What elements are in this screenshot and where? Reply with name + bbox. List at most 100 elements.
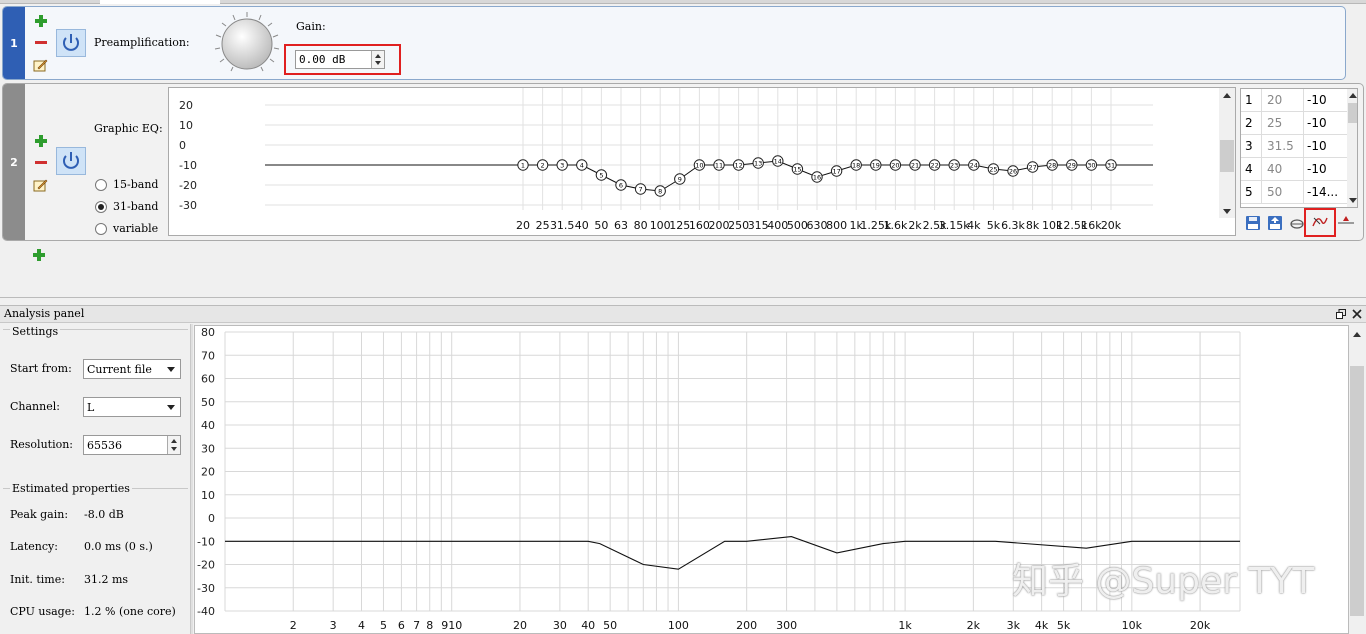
band-gain-cell[interactable]: -10 bbox=[1303, 135, 1347, 158]
add-plugin-icon[interactable] bbox=[32, 248, 46, 262]
eq-band-number: 18 bbox=[852, 162, 860, 170]
response-chart-scrollbar[interactable] bbox=[1349, 326, 1365, 633]
restore-icon[interactable] bbox=[1336, 309, 1346, 319]
x-tick-label: 7 bbox=[413, 619, 420, 632]
watermark: 知乎 @Super TYT bbox=[1012, 561, 1315, 602]
band-number-cell[interactable]: 3 bbox=[1241, 135, 1261, 158]
eq-band-number: 27 bbox=[1028, 164, 1036, 172]
eq-power-button[interactable] bbox=[56, 147, 86, 175]
eq-freq-label: 400 bbox=[767, 219, 788, 232]
estimated-title: Estimated properties bbox=[10, 482, 132, 495]
eq-band-number: 15 bbox=[793, 166, 801, 174]
eq-freq-label: 3.15k bbox=[939, 219, 970, 232]
y-tick-label: 40 bbox=[201, 419, 215, 432]
gain-knob[interactable] bbox=[211, 11, 283, 75]
splitter[interactable] bbox=[190, 324, 193, 634]
eq-freq-label: 500 bbox=[787, 219, 808, 232]
eq-y-tick-label: 20 bbox=[179, 99, 193, 112]
eq-freq-label: 16k bbox=[1081, 219, 1102, 232]
eq-band-number: 24 bbox=[970, 162, 978, 170]
flatten-icon[interactable] bbox=[1338, 214, 1354, 228]
band-freq-cell[interactable]: 20 bbox=[1261, 89, 1303, 112]
band-table-scrollbar[interactable] bbox=[1347, 89, 1357, 207]
band-number-cell[interactable]: 2 bbox=[1241, 112, 1261, 135]
top-tab-strip bbox=[0, 0, 1366, 4]
radio-variable[interactable] bbox=[95, 223, 107, 235]
radio-15-band[interactable] bbox=[95, 179, 107, 191]
band-table-row[interactable]: 3 31.5 -10 bbox=[1241, 135, 1347, 158]
add-icon[interactable] bbox=[34, 14, 48, 28]
band-table-row[interactable]: 2 25 -10 bbox=[1241, 112, 1347, 135]
x-tick-label: 300 bbox=[776, 619, 797, 632]
load-icon[interactable] bbox=[1267, 216, 1283, 230]
eq-freq-label: 2k bbox=[908, 219, 922, 232]
eq-band-number: 7 bbox=[639, 186, 643, 194]
gain-input[interactable]: 0.00 dB bbox=[295, 50, 385, 69]
band-freq-cell[interactable]: 40 bbox=[1261, 158, 1303, 181]
start-from-label: Start from: bbox=[10, 362, 72, 375]
x-tick-label: 2 bbox=[290, 619, 297, 632]
eq-freq-label: 1.6k bbox=[883, 219, 907, 232]
latency-value: 0.0 ms (0 s.) bbox=[84, 540, 153, 553]
y-tick-label: -40 bbox=[197, 605, 215, 618]
band-freq-cell[interactable]: 25 bbox=[1261, 112, 1303, 135]
band-number-cell[interactable]: 5 bbox=[1241, 181, 1261, 204]
remove-icon[interactable] bbox=[34, 156, 48, 170]
save-icon[interactable] bbox=[1245, 216, 1261, 230]
band-table-row[interactable]: 1 20 -10 bbox=[1241, 89, 1347, 112]
radio-31-band[interactable] bbox=[95, 201, 107, 213]
gain-spinner[interactable] bbox=[371, 51, 384, 68]
peak-gain-label: Peak gain: bbox=[10, 508, 69, 521]
scroll-thumb[interactable] bbox=[1220, 140, 1234, 172]
edit-icon[interactable] bbox=[33, 58, 48, 72]
eq-band-graph[interactable]: 20100-10-20-3020 25 31.5 40 50 63 80 1001251602… bbox=[169, 88, 1219, 234]
band-gain-cell[interactable]: -10 bbox=[1303, 112, 1347, 135]
x-tick-label: 50 bbox=[603, 619, 617, 632]
x-tick-label: 4 bbox=[358, 619, 365, 632]
band-freq-cell[interactable]: 50 bbox=[1261, 181, 1303, 204]
resolution-spinner[interactable] bbox=[167, 436, 180, 454]
band-table-row[interactable]: 4 40 -10 bbox=[1241, 158, 1347, 181]
x-tick-label: 40 bbox=[581, 619, 595, 632]
eq-band-number: 11 bbox=[715, 162, 723, 170]
chevron-down-icon bbox=[167, 405, 175, 410]
eq-band-number: 12 bbox=[734, 162, 742, 170]
y-tick-label: -30 bbox=[197, 582, 215, 595]
init-time-label: Init. time: bbox=[10, 573, 65, 586]
init-time-value: 31.2 ms bbox=[84, 573, 129, 586]
eq-band-number: 22 bbox=[930, 162, 938, 170]
reset-icon[interactable] bbox=[1289, 216, 1305, 230]
channel-select[interactable]: L bbox=[83, 397, 181, 417]
band-number-cell[interactable]: 4 bbox=[1241, 158, 1261, 181]
eq-graph-scrollbar[interactable] bbox=[1219, 88, 1235, 218]
band-table-row[interactable]: 5 50 -14... bbox=[1241, 181, 1347, 204]
eq-band-number: 5 bbox=[599, 172, 603, 180]
remove-icon[interactable] bbox=[34, 36, 48, 50]
y-tick-label: -20 bbox=[197, 559, 215, 572]
curve-tool-icon[interactable] bbox=[1312, 214, 1328, 228]
add-icon[interactable] bbox=[34, 134, 48, 148]
band-gain-cell[interactable]: -10 bbox=[1303, 89, 1347, 112]
eq-label: Graphic EQ: bbox=[94, 122, 163, 135]
close-icon[interactable] bbox=[1352, 309, 1362, 319]
eq-freq-label: 5k bbox=[987, 219, 1001, 232]
resolution-input[interactable]: 65536 bbox=[83, 435, 181, 455]
band-gain-cell[interactable]: -14... bbox=[1303, 181, 1347, 204]
edit-icon[interactable] bbox=[33, 178, 48, 192]
eq-band-number: 10 bbox=[695, 162, 703, 170]
active-tab[interactable] bbox=[100, 0, 220, 4]
preamp-power-button[interactable] bbox=[56, 29, 86, 57]
band-freq-cell[interactable]: 31.5 bbox=[1261, 135, 1303, 158]
band-table[interactable]: 1 20 -10 2 25 -10 3 31.5 -10 4 40 -10 5 50 -14... bbox=[1240, 88, 1358, 208]
band-gain-cell[interactable]: -10 bbox=[1303, 158, 1347, 181]
channel-value: L bbox=[87, 400, 95, 414]
radio-31-band-label: 31-band bbox=[113, 200, 159, 213]
eq-band-number: 13 bbox=[754, 160, 762, 168]
eq-y-tick-label: -10 bbox=[179, 159, 197, 172]
band-number-cell[interactable]: 1 bbox=[1241, 89, 1261, 112]
eq-band-number: 4 bbox=[580, 162, 584, 170]
scroll-thumb[interactable] bbox=[1350, 366, 1364, 616]
gain-label: Gain: bbox=[296, 20, 326, 33]
dsp-chain-area: 1 Preamplification: Gain: 0.00 dB 2 Grap… bbox=[0, 0, 1366, 298]
start-from-select[interactable]: Current file bbox=[83, 359, 181, 379]
